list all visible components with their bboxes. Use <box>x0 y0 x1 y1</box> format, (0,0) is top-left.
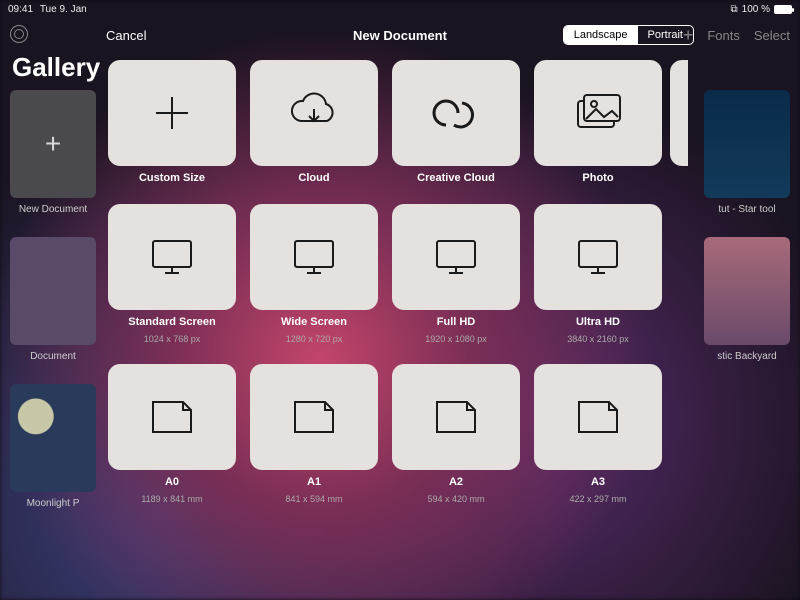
preset-sub: 1189 x 841 mm <box>141 494 202 504</box>
select-button[interactable]: Select <box>754 28 790 43</box>
new-document-modal: Cancel New Document Landscape Portrait C… <box>100 18 700 600</box>
preset-label: Cloud <box>298 172 329 184</box>
status-date: Tue 9. Jan <box>40 4 87 15</box>
gallery-item[interactable]: stic Backyard <box>704 237 790 362</box>
thumbnail <box>704 90 790 198</box>
preset-a0[interactable]: A0 1189 x 841 mm <box>108 364 236 504</box>
preset-cloud[interactable]: Cloud <box>250 60 378 184</box>
preset-photo[interactable]: Photo <box>534 60 662 184</box>
plus-icon: + <box>10 90 96 198</box>
gallery-item-label: New Document <box>19 204 87 215</box>
gallery-item-label: tut - Star tool <box>718 204 775 215</box>
preset-label: Custom Size <box>139 172 205 184</box>
preset-label: A3 <box>591 476 605 488</box>
status-bar: 09:41 Tue 9. Jan ⧉ 100 % <box>0 0 800 18</box>
preset-ultra-hd[interactable]: Ultra HD 3840 x 2160 px <box>534 204 662 344</box>
gallery-item-label: Moonlight P <box>27 498 80 509</box>
preset-sub: 422 x 297 mm <box>569 494 626 504</box>
gallery-item-new[interactable]: + New Document <box>10 90 96 215</box>
preset-row-screen: Standard Screen 1024 x 768 px Wide Scree… <box>100 204 700 344</box>
preset-label: Creative Cloud <box>417 172 495 184</box>
preset-custom-size[interactable]: Custom Size <box>108 60 236 184</box>
cloud-icon <box>287 91 341 135</box>
plus-icon <box>150 91 194 135</box>
thumbnail <box>10 237 96 345</box>
page-icon <box>433 398 479 436</box>
gear-icon[interactable] <box>10 25 28 43</box>
preset-sub: 1280 x 720 px <box>286 334 343 344</box>
preset-sub: 594 x 420 mm <box>427 494 484 504</box>
page-icon <box>291 398 337 436</box>
preset-label: Standard Screen <box>128 316 215 328</box>
preset-sub: 3840 x 2160 px <box>567 334 629 344</box>
creative-cloud-icon <box>428 93 484 133</box>
preset-wide-screen[interactable]: Wide Screen 1280 x 720 px <box>250 204 378 344</box>
monitor-icon <box>431 235 481 279</box>
fonts-button[interactable]: Fonts <box>707 28 740 43</box>
mirror-icon: ⧉ <box>731 4 738 15</box>
preset-label: Wide Screen <box>281 316 347 328</box>
status-time: 09:41 <box>8 4 33 15</box>
gallery-item-label: Document <box>30 351 76 362</box>
gallery-item[interactable]: Moonlight P <box>10 384 96 509</box>
gallery-item-label: stic Backyard <box>717 351 776 362</box>
preset-sub: 1024 x 768 px <box>144 334 201 344</box>
battery-percent: 100 % <box>742 4 770 15</box>
monitor-icon <box>573 235 623 279</box>
preset-standard-screen[interactable]: Standard Screen 1024 x 768 px <box>108 204 236 344</box>
battery-icon <box>774 5 792 14</box>
add-button[interactable]: + <box>683 25 694 46</box>
page-title: Gallery <box>12 52 100 83</box>
preset-label: Photo <box>582 172 613 184</box>
monitor-icon <box>147 235 197 279</box>
preset-partial[interactable] <box>670 60 688 166</box>
preset-row-paper: A0 1189 x 841 mm A1 841 x 594 mm A2 594 … <box>100 364 700 504</box>
preset-sub: 841 x 594 mm <box>285 494 342 504</box>
page-icon <box>149 398 195 436</box>
preset-a2[interactable]: A2 594 x 420 mm <box>392 364 520 504</box>
preset-label: Ultra HD <box>576 316 620 328</box>
thumbnail <box>10 384 96 492</box>
preset-label: A1 <box>307 476 321 488</box>
photo-icon <box>572 91 624 135</box>
preset-creative-cloud[interactable]: Creative Cloud <box>392 60 520 184</box>
preset-sub: 1920 x 1080 px <box>425 334 487 344</box>
preset-full-hd[interactable]: Full HD 1920 x 1080 px <box>392 204 520 344</box>
preset-a1[interactable]: A1 841 x 594 mm <box>250 364 378 504</box>
preset-label: Full HD <box>437 316 476 328</box>
gallery-item[interactable]: Document <box>10 237 96 362</box>
preset-label: A2 <box>449 476 463 488</box>
monitor-icon <box>289 235 339 279</box>
preset-label: A0 <box>165 476 179 488</box>
preset-a3[interactable]: A3 422 x 297 mm <box>534 364 662 504</box>
page-icon <box>575 398 621 436</box>
preset-row-source: Custom Size Cloud Creative Cloud Photo <box>100 60 700 184</box>
main-toolbar: + Fonts Select <box>0 18 800 52</box>
gallery-item[interactable]: tut - Star tool <box>704 90 790 215</box>
thumbnail <box>704 237 790 345</box>
